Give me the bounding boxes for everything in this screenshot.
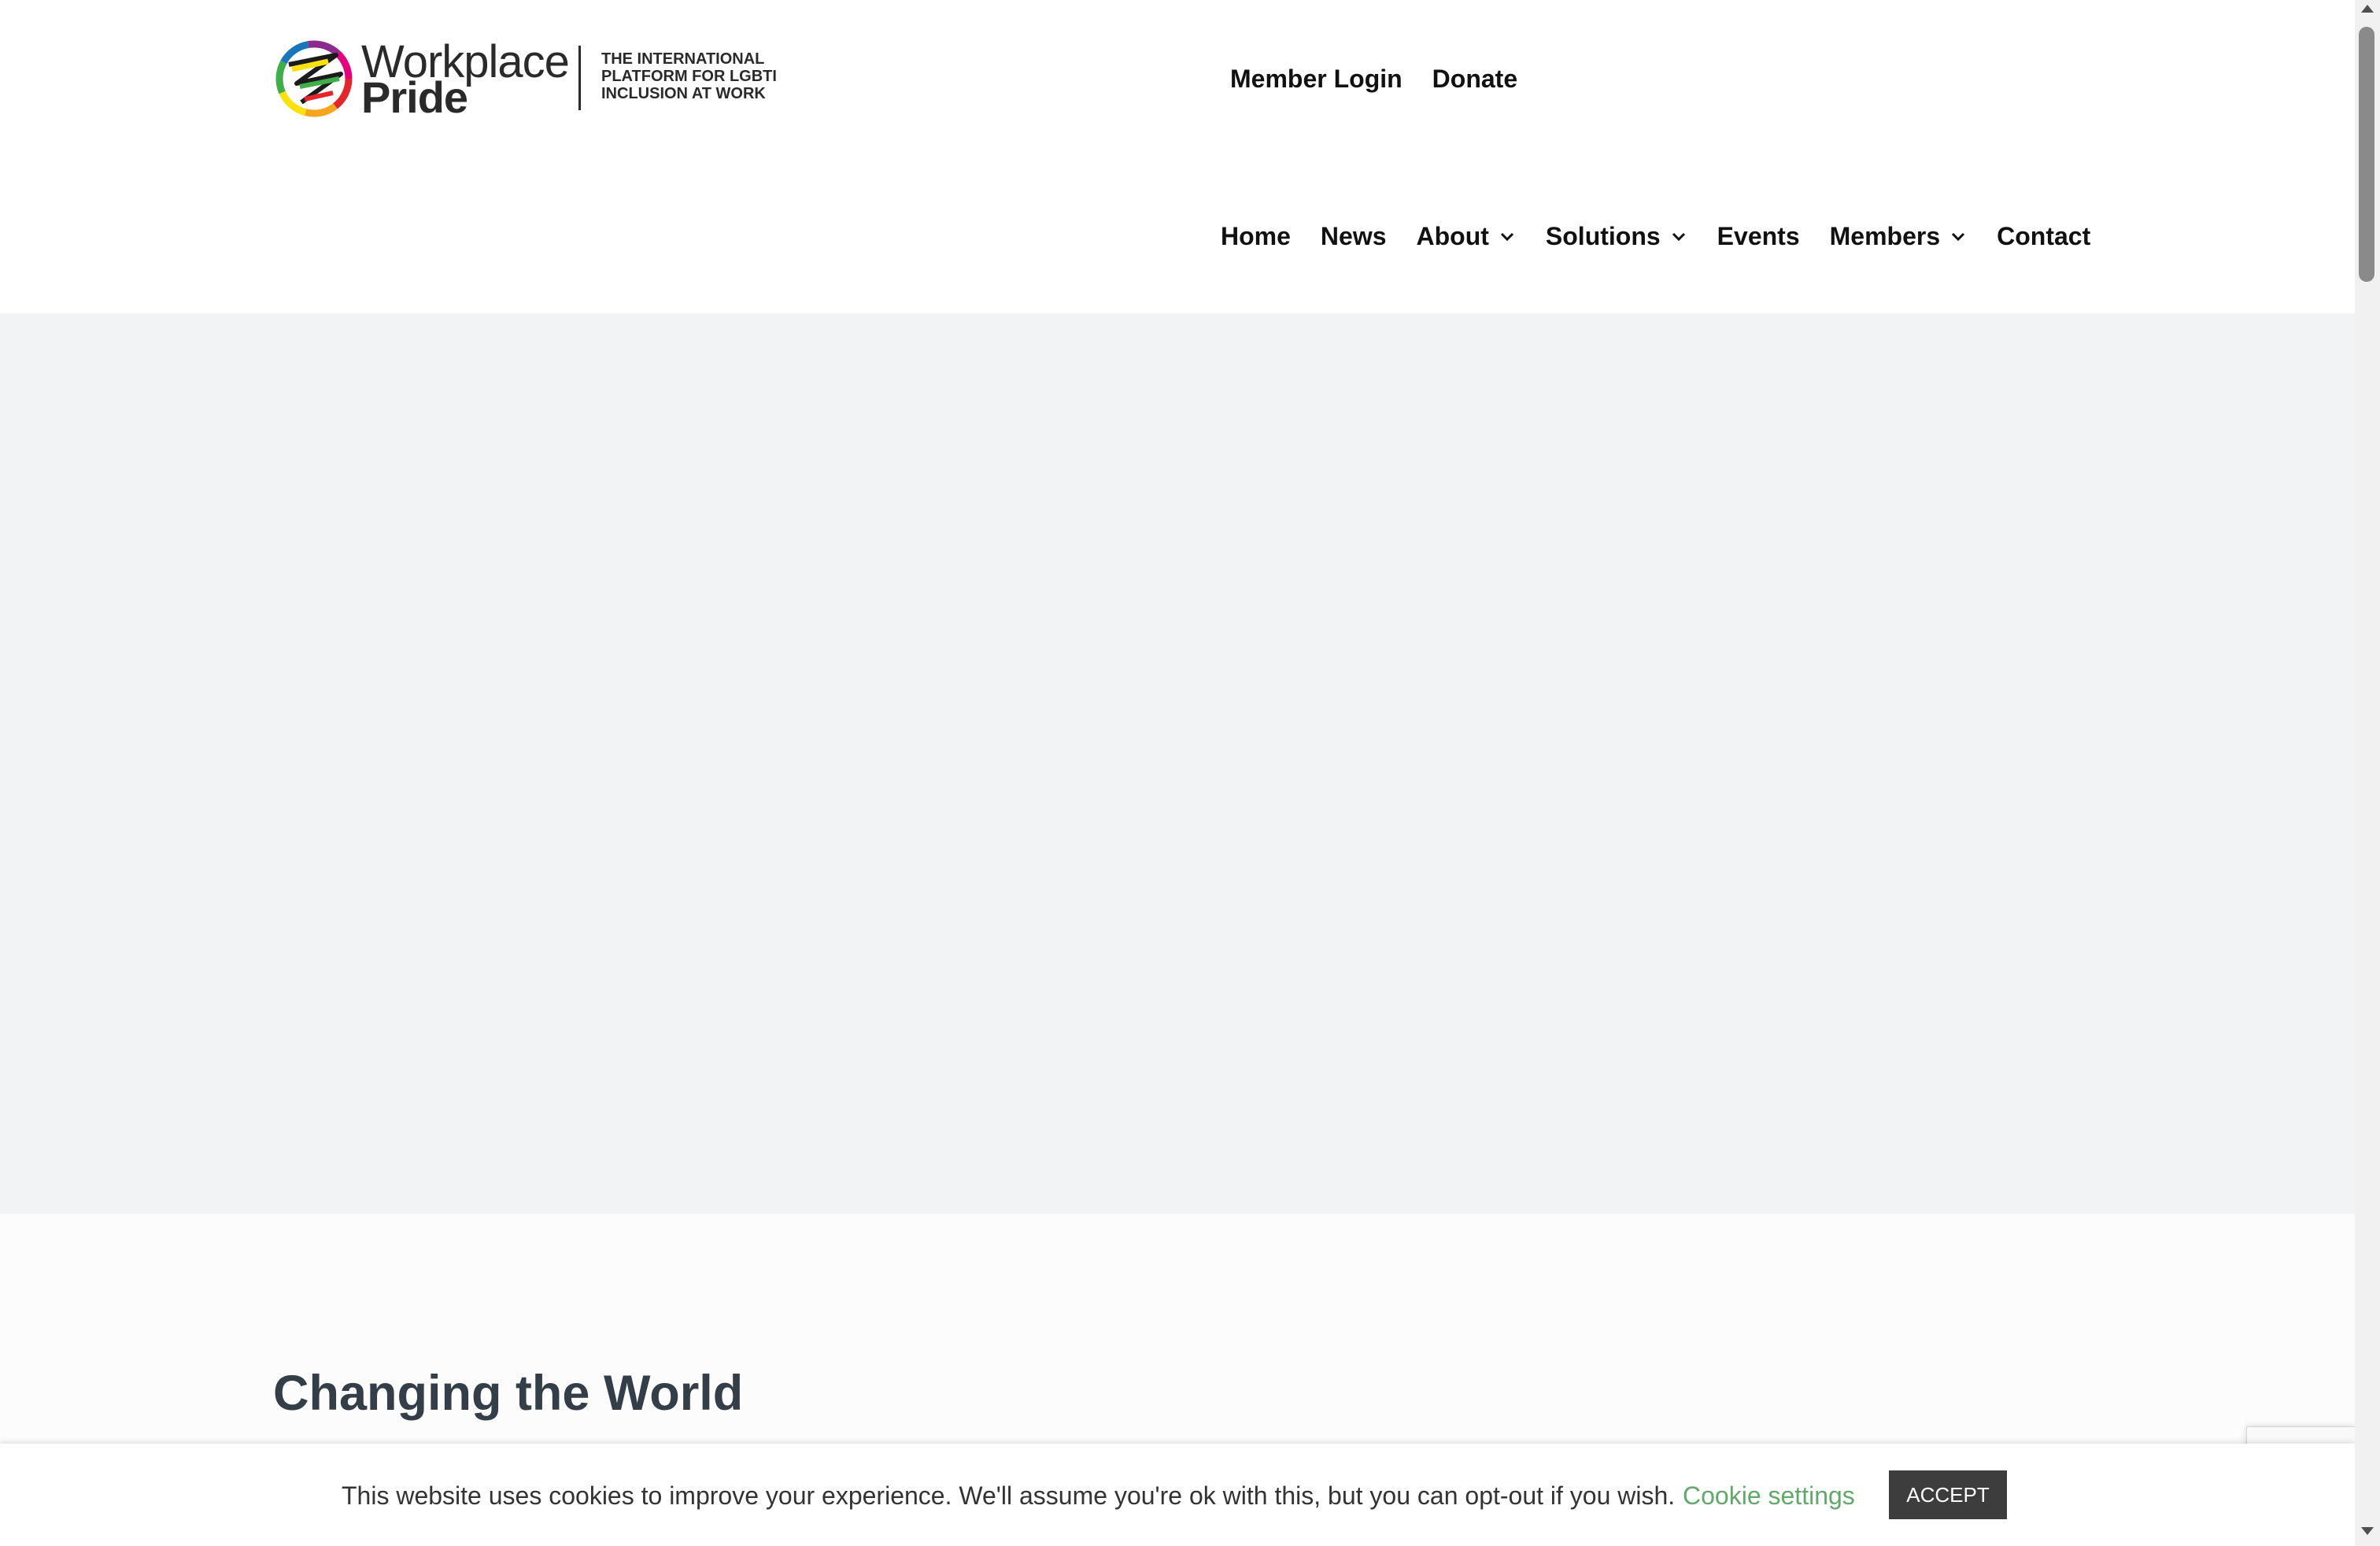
nav-item-label: Solutions: [1545, 222, 1661, 250]
nav-item-label: About: [1416, 222, 1489, 250]
nav-item-contact[interactable]: Contact: [1997, 219, 2090, 253]
top-links: Member Login Donate: [1230, 61, 1517, 96]
nav-item-events[interactable]: Events: [1717, 219, 1800, 253]
nav-item-news[interactable]: News: [1321, 219, 1387, 253]
nav-item-label: Events: [1717, 222, 1800, 250]
chevron-down-icon: [1500, 232, 1513, 242]
page-heading: Changing the World: [273, 1366, 744, 1421]
nav-item-label: Members: [1829, 222, 1941, 250]
site-logo[interactable]: Workplace Pride THE INTERNATIONAL PLATFO…: [273, 38, 785, 120]
logo-tagline-line: INCLUSION AT WORK: [601, 85, 766, 102]
nav-item-about[interactable]: About: [1417, 219, 1516, 253]
logo-tagline: THE INTERNATIONAL PLATFORM FOR LGBTI INC…: [601, 50, 790, 102]
cookie-message: This website uses cookies to improve you…: [342, 1481, 1676, 1510]
donate-link[interactable]: Donate: [1432, 61, 1517, 96]
main-nav: Home News About Solutions Events Members…: [1221, 219, 2090, 253]
chevron-down-icon: [1672, 232, 1685, 242]
logo-tagline-line: PLATFORM FOR LGBTI: [601, 68, 777, 85]
nav-item-solutions[interactable]: Solutions: [1546, 219, 1687, 253]
nav-item-label: News: [1320, 222, 1387, 250]
scroll-down-arrow-icon[interactable]: [2361, 1527, 2374, 1535]
scroll-up-arrow-icon[interactable]: [2361, 5, 2374, 13]
nav-item-label: Contact: [1997, 222, 2091, 250]
nav-item-home[interactable]: Home: [1221, 219, 1291, 253]
logo-word-pride: Pride: [361, 72, 468, 122]
logo-divider: [578, 46, 581, 110]
logo-tagline-line: THE INTERNATIONAL: [601, 50, 765, 68]
hero-banner: [0, 313, 2355, 1214]
scrollbar[interactable]: [2355, 0, 2380, 1546]
cookie-consent-bar: This website uses cookies to improve you…: [0, 1444, 2355, 1546]
cookie-settings-link[interactable]: Cookie settings: [1683, 1478, 1855, 1513]
nav-item-members[interactable]: Members: [1830, 219, 1968, 253]
chevron-down-icon: [1952, 232, 1965, 242]
site-header: Workplace Pride THE INTERNATIONAL PLATFO…: [0, 0, 2355, 313]
scrollbar-thumb[interactable]: [2359, 27, 2374, 282]
workplace-pride-logo-icon: [275, 40, 353, 117]
member-login-link[interactable]: Member Login: [1230, 61, 1402, 96]
accept-cookies-button[interactable]: ACCEPT: [1889, 1470, 2007, 1519]
nav-item-label: Home: [1221, 222, 1291, 250]
